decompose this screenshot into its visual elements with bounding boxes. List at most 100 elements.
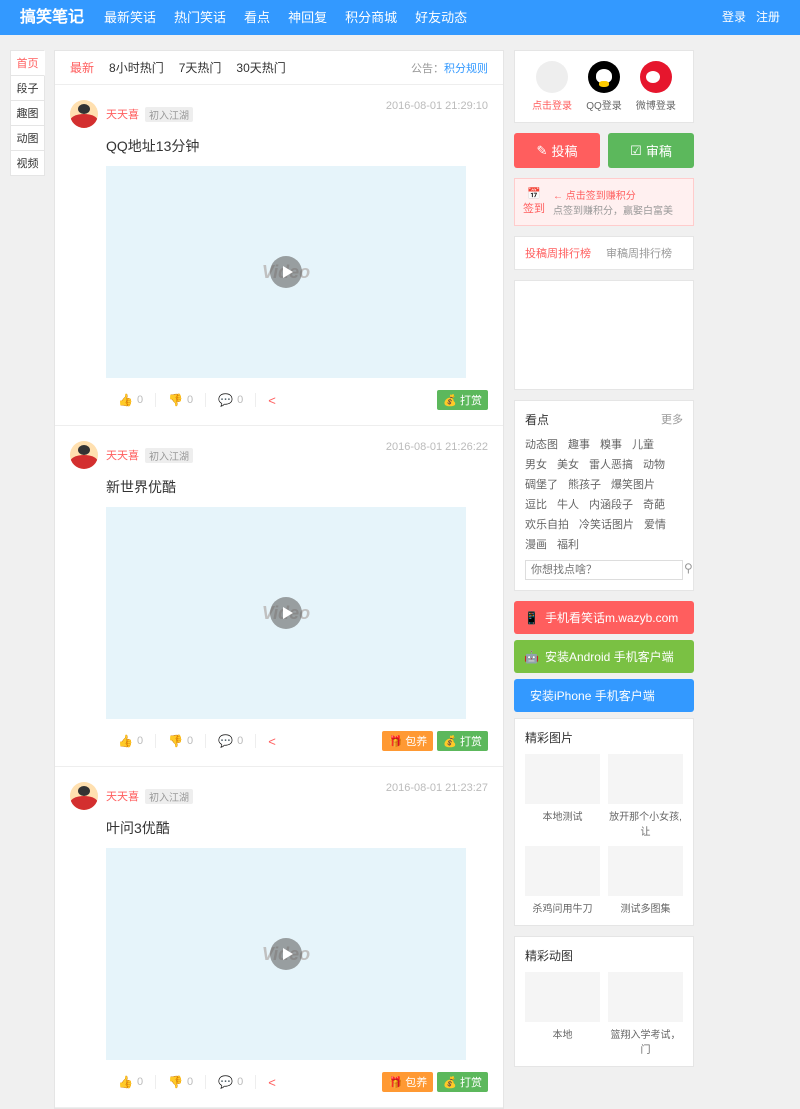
submit-button[interactable]: ✎投稿 <box>514 133 600 168</box>
video-player[interactable]: Video <box>106 507 466 719</box>
tag-link[interactable]: 熊孩子 <box>568 476 601 492</box>
user-avatar[interactable] <box>70 441 98 469</box>
tab-30d[interactable]: 30天热门 <box>236 59 285 76</box>
rank-review[interactable]: 审稿周排行榜 <box>606 245 672 261</box>
sidenav-video[interactable]: 视频 <box>10 150 45 176</box>
username-link[interactable]: 天天喜 <box>106 106 139 122</box>
nav-friends[interactable]: 好友动态 <box>415 0 467 35</box>
post-time: 2016-08-01 21:29:10 <box>386 100 488 112</box>
share-button[interactable]: < <box>256 734 288 749</box>
register-link[interactable]: 注册 <box>756 0 780 35</box>
sidenav-duanzi[interactable]: 段子 <box>10 75 45 101</box>
pic-item[interactable]: 本地测试 <box>525 754 600 838</box>
checkin-button[interactable]: 📅 签到 <box>523 187 545 217</box>
rank-submit[interactable]: 投稿周排行榜 <box>525 245 591 261</box>
tag-link[interactable]: 奇葩 <box>643 496 665 512</box>
dashang-button[interactable]: 💰 打赏 <box>437 1072 488 1092</box>
tag-link[interactable]: 冷笑话图片 <box>579 516 634 532</box>
nav-kandian[interactable]: 看点 <box>244 0 270 35</box>
dashang-button[interactable]: 💰 打赏 <box>437 390 488 410</box>
nav-points[interactable]: 积分商城 <box>345 0 397 35</box>
gif-item[interactable]: 篮翔入学考试，门 <box>608 972 683 1056</box>
pic-item[interactable]: 杀鸡问用牛刀 <box>525 846 600 915</box>
pic-item[interactable]: 放开那个小女孩,让 <box>608 754 683 838</box>
dislike-button[interactable]: 👎0 <box>156 393 206 407</box>
nav-hot[interactable]: 热门笑话 <box>174 0 226 35</box>
tag-link[interactable]: 美女 <box>557 456 579 472</box>
tag-link[interactable]: 牛人 <box>557 496 579 512</box>
baoyang-button[interactable]: 🎁 包养 <box>382 1072 433 1092</box>
review-button[interactable]: ☑审稿 <box>608 133 694 168</box>
check-icon: ☑ <box>630 143 642 159</box>
thumbs-down-icon: 👎 <box>168 393 183 407</box>
qq-login[interactable]: QQ登录 <box>586 61 622 112</box>
baoyang-button[interactable]: 🎁 包养 <box>382 731 433 751</box>
video-player[interactable]: Video <box>106 166 466 378</box>
user-avatar[interactable] <box>70 100 98 128</box>
gif-item[interactable]: 本地 <box>525 972 600 1056</box>
kandian-more[interactable]: 更多 <box>661 411 683 428</box>
tag-link[interactable]: 爆笑图片 <box>611 476 655 492</box>
like-button[interactable]: 👍0 <box>106 393 156 407</box>
weibo-login[interactable]: 微博登录 <box>636 61 676 112</box>
play-icon[interactable] <box>270 597 302 629</box>
post-title[interactable]: 新世界优酷 <box>106 477 488 497</box>
tag-link[interactable]: 动物 <box>643 456 665 472</box>
dashang-button[interactable]: 💰 打赏 <box>437 731 488 751</box>
notice-link[interactable]: 积分规则 <box>444 63 488 75</box>
like-button[interactable]: 👍0 <box>106 734 156 748</box>
nav-latest[interactable]: 最新笑话 <box>104 0 156 35</box>
share-icon: < <box>268 1075 276 1090</box>
tag-link[interactable]: 漫画 <box>525 536 547 552</box>
comment-button[interactable]: 💬0 <box>206 393 256 407</box>
tag-link[interactable]: 糗事 <box>600 436 622 452</box>
tag-link[interactable]: 男女 <box>525 456 547 472</box>
tab-7d[interactable]: 7天热门 <box>179 59 222 76</box>
tag-link[interactable]: 爱情 <box>644 516 666 532</box>
tag-link[interactable]: 福利 <box>557 536 579 552</box>
iphone-link[interactable]: 安装iPhone 手机客户端 <box>514 679 694 712</box>
tag-link[interactable]: 碉堡了 <box>525 476 558 492</box>
checkin-link[interactable]: ← 点击签到赚积分 <box>553 187 673 202</box>
tag-link[interactable]: 儿童 <box>632 436 654 452</box>
nav-reply[interactable]: 神回复 <box>288 0 327 35</box>
user-avatar[interactable] <box>70 782 98 810</box>
sidenav-qutu[interactable]: 趣图 <box>10 100 45 126</box>
play-icon[interactable] <box>270 938 302 970</box>
tag-link[interactable]: 动态图 <box>525 436 558 452</box>
post-title[interactable]: QQ地址13分钟 <box>106 136 488 156</box>
tag-link[interactable]: 雷人恶搞 <box>589 456 633 472</box>
tag-link[interactable]: 欢乐自拍 <box>525 516 569 532</box>
comment-button[interactable]: 💬0 <box>206 734 256 748</box>
dislike-button[interactable]: 👎0 <box>156 1075 206 1089</box>
tag-link[interactable]: 趣事 <box>568 436 590 452</box>
tag-link[interactable]: 内涵段子 <box>589 496 633 512</box>
android-link[interactable]: 🤖安装Android 手机客户端 <box>514 640 694 673</box>
username-link[interactable]: 天天喜 <box>106 788 139 804</box>
comment-button[interactable]: 💬0 <box>206 1075 256 1089</box>
comment-icon: 💬 <box>218 1075 233 1089</box>
click-login[interactable]: 点击登录 <box>532 61 572 112</box>
mobile-link[interactable]: 📱手机看笑话m.wazyb.com <box>514 601 694 634</box>
post-title[interactable]: 叶问3优酷 <box>106 818 488 838</box>
login-link[interactable]: 登录 <box>722 0 746 35</box>
tab-8h[interactable]: 8小时热门 <box>109 59 164 76</box>
pic-item[interactable]: 测试多图集 <box>608 846 683 915</box>
tag-link[interactable]: 逗比 <box>525 496 547 512</box>
video-player[interactable]: Video <box>106 848 466 1060</box>
share-button[interactable]: < <box>256 393 288 408</box>
tab-latest[interactable]: 最新 <box>70 59 94 76</box>
search-icon[interactable]: ⚲ <box>678 561 699 579</box>
calendar-icon: 📅 <box>523 187 545 200</box>
sidenav-dongtu[interactable]: 动图 <box>10 125 45 151</box>
search-input[interactable] <box>526 561 678 579</box>
logo[interactable]: 搞笑笔记 <box>20 0 84 35</box>
like-button[interactable]: 👍0 <box>106 1075 156 1089</box>
dislike-button[interactable]: 👎0 <box>156 734 206 748</box>
share-button[interactable]: < <box>256 1075 288 1090</box>
username-link[interactable]: 天天喜 <box>106 447 139 463</box>
phone-icon: 📱 <box>524 611 539 625</box>
avatar-icon <box>536 61 568 93</box>
play-icon[interactable] <box>270 256 302 288</box>
sidenav-home[interactable]: 首页 <box>10 50 45 76</box>
